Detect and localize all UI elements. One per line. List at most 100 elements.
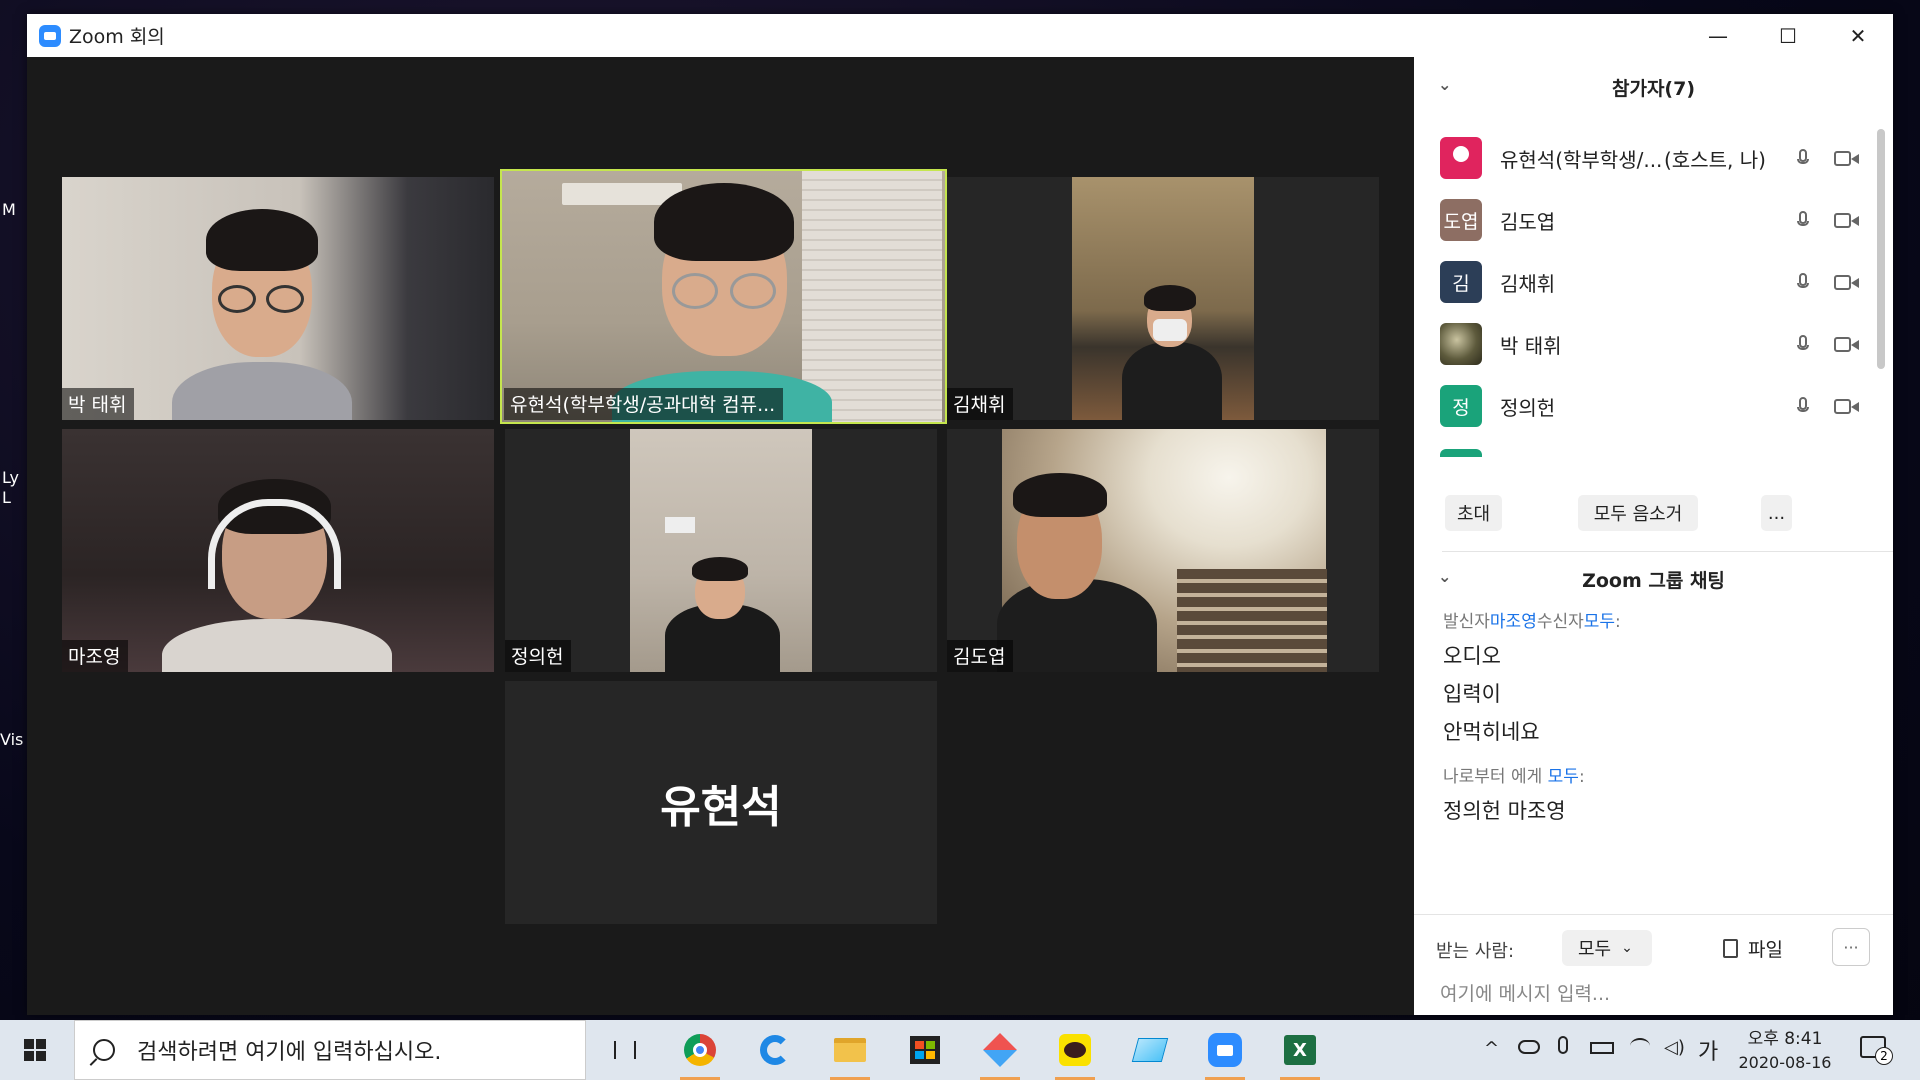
microphone-icon[interactable] — [1797, 335, 1809, 355]
participant-name-label: 박 태휘 — [62, 388, 135, 420]
video-tile[interactable]: 김채휘 — [947, 177, 1379, 420]
mute-all-button[interactable]: 모두 음소거 — [1578, 495, 1698, 531]
chat-messages: 발신자마조영수신자모두: 오디오 입력이 안먹히네요 나로부터 에게 모두: 정… — [1414, 597, 1893, 937]
microphone-icon[interactable] — [1797, 273, 1809, 293]
chat-message-meta: 나로부터 에게 모두: — [1443, 762, 1893, 787]
participant-name: 김채휘 — [1500, 271, 1556, 296]
search-placeholder: 검색하려면 여기에 입력하십시오. — [137, 1040, 442, 1065]
chat-message: 입력이 — [1443, 682, 1501, 706]
divider — [1442, 551, 1893, 552]
title-bar[interactable]: Zoom 회의 — ☐ ✕ — [27, 14, 1893, 57]
chat-recipient: 모두 — [1547, 767, 1579, 787]
close-button[interactable]: ✕ — [1823, 14, 1893, 57]
zoom-app-icon[interactable] — [1203, 1028, 1247, 1080]
more-options-button[interactable]: ... — [1761, 495, 1792, 531]
volume-icon[interactable]: ◁) — [1664, 1037, 1685, 1058]
participants-header: ⌄ 참가자(7) — [1414, 65, 1893, 109]
video-camera-icon[interactable] — [1834, 337, 1860, 353]
notification-icon[interactable]: 2 — [1860, 1036, 1893, 1065]
desktop-icon-label[interactable]: Vis — [0, 730, 23, 749]
participant-row[interactable]: 정 정의헌 — [1414, 375, 1893, 437]
microphone-icon[interactable] — [1558, 1036, 1568, 1054]
participant-name-label: 마조영 — [62, 640, 129, 672]
desktop-icons-edge: M Ly L Vis — [0, 0, 27, 1020]
participant-name: 박 태휘 — [1500, 333, 1562, 358]
avatar: 도엽 — [1440, 199, 1482, 241]
participant-list: 유현석(학부학생/... (호스트, 나) 도엽 김도엽 김 김채휘 박 태휘 — [1414, 127, 1893, 517]
participant-name-label: 김도엽 — [947, 640, 1014, 672]
start-button[interactable] — [0, 1020, 70, 1080]
participant-row-partial — [1414, 437, 1893, 457]
video-tile-camera-off[interactable]: 유현석 — [505, 681, 937, 924]
desktop-icon-label[interactable]: Ly — [2, 468, 19, 487]
excel-icon[interactable]: X — [1278, 1028, 1322, 1080]
video-tile[interactable]: 마조영 — [62, 429, 494, 672]
chat-recipient: 모두 — [1583, 612, 1616, 632]
microsoft-store-icon[interactable] — [903, 1028, 947, 1072]
chevron-down-icon[interactable]: ⌄ — [1438, 567, 1451, 586]
desktop-icon-label[interactable]: M — [2, 200, 16, 219]
video-gallery: 박 태휘 유현석(학부학생/공과대학 컴퓨... 김채휘 마조영 정의헌 김도엽… — [27, 57, 1414, 1015]
chat-message-input[interactable]: 여기에 메시지 입력... — [1440, 979, 1610, 1006]
chat-header: ⌄ Zoom 그룹 채팅 — [1414, 557, 1893, 601]
maximize-button[interactable]: ☐ — [1753, 14, 1823, 57]
avatar: 정 — [1440, 385, 1482, 427]
file-explorer-icon[interactable] — [828, 1028, 872, 1080]
meta-suffix: : — [1615, 612, 1621, 632]
window-title: Zoom 회의 — [69, 26, 165, 48]
desktop-icon-label[interactable]: L — [2, 488, 11, 507]
participant-display-name: 유현석 — [660, 781, 782, 833]
video-tile[interactable]: 박 태휘 — [62, 177, 494, 420]
video-camera-icon[interactable] — [1834, 399, 1860, 415]
notification-count: 2 — [1875, 1047, 1893, 1065]
windows-logo-icon — [24, 1039, 46, 1061]
microphone-icon[interactable] — [1797, 149, 1809, 169]
chat-more-button[interactable]: ··· — [1832, 928, 1870, 966]
meta-prefix: 나로부터 에게 — [1443, 767, 1548, 787]
kakaotalk-icon[interactable] — [1053, 1028, 1097, 1080]
participant-row[interactable]: 유현석(학부학생/... (호스트, 나) — [1414, 127, 1893, 189]
file-label: 파일 — [1748, 939, 1783, 961]
participants-title: 참가자(7) — [1611, 77, 1696, 100]
chevron-down-icon: ⌄ — [1621, 940, 1633, 956]
task-view-icon[interactable] — [603, 1028, 647, 1072]
minimize-button[interactable]: — — [1683, 14, 1753, 57]
app-notepad-icon[interactable] — [1128, 1028, 1172, 1072]
zoom-logo-icon — [39, 24, 61, 47]
participant-name: 김도엽 — [1500, 209, 1556, 234]
side-panel: ⌄ 참가자(7) 유현석(학부학생/... (호스트, 나) 도엽 김도엽 김 — [1414, 57, 1893, 1015]
video-tile[interactable]: 정의헌 — [505, 429, 937, 672]
video-tile[interactable]: 김도엽 — [947, 429, 1379, 672]
video-camera-icon[interactable] — [1834, 275, 1860, 291]
app-diamond-icon[interactable] — [978, 1028, 1022, 1080]
participant-list-scrollbar[interactable] — [1877, 129, 1885, 369]
participant-name: 정의헌 — [1500, 395, 1556, 420]
battery-icon[interactable] — [1590, 1042, 1614, 1054]
edge-icon[interactable] — [753, 1028, 797, 1072]
onedrive-icon[interactable] — [1518, 1040, 1540, 1054]
recipient-select[interactable]: 모두 ⌄ — [1562, 930, 1652, 966]
chevron-down-icon[interactable]: ⌄ — [1438, 75, 1451, 94]
video-camera-icon[interactable] — [1834, 151, 1860, 167]
taskbar-search-box[interactable]: 검색하려면 여기에 입력하십시오. — [74, 1020, 586, 1080]
ime-indicator[interactable]: 가 — [1698, 1034, 1718, 1066]
microphone-icon[interactable] — [1797, 397, 1809, 417]
invite-button[interactable]: 초대 — [1445, 495, 1502, 531]
clock[interactable]: 오후 8:41 2020-08-16 — [1725, 1024, 1845, 1072]
participant-row[interactable]: 박 태휘 — [1414, 313, 1893, 375]
file-button[interactable]: 파일 — [1723, 935, 1783, 962]
chrome-icon[interactable] — [678, 1028, 722, 1080]
chevron-up-icon[interactable]: ^ — [1484, 1038, 1499, 1059]
participant-name: 유현석(학부학생/... — [1500, 147, 1663, 172]
windows-taskbar: 검색하려면 여기에 입력하십시오. X ^ ◁) 가 오후 8:41 2020-… — [0, 1020, 1920, 1080]
avatar-person-icon — [1440, 137, 1482, 179]
recipient-value: 모두 — [1578, 939, 1612, 960]
wifi-icon[interactable] — [1630, 1038, 1650, 1054]
microphone-icon[interactable] — [1797, 211, 1809, 231]
participant-row[interactable]: 도엽 김도엽 — [1414, 189, 1893, 251]
video-camera-icon[interactable] — [1834, 213, 1860, 229]
participant-row[interactable]: 김 김채휘 — [1414, 251, 1893, 313]
meta-prefix: 발신자 — [1443, 612, 1490, 632]
video-tile-active-speaker[interactable]: 유현석(학부학생/공과대학 컴퓨... — [500, 169, 947, 424]
participant-role: (호스트, 나) — [1664, 147, 1766, 172]
